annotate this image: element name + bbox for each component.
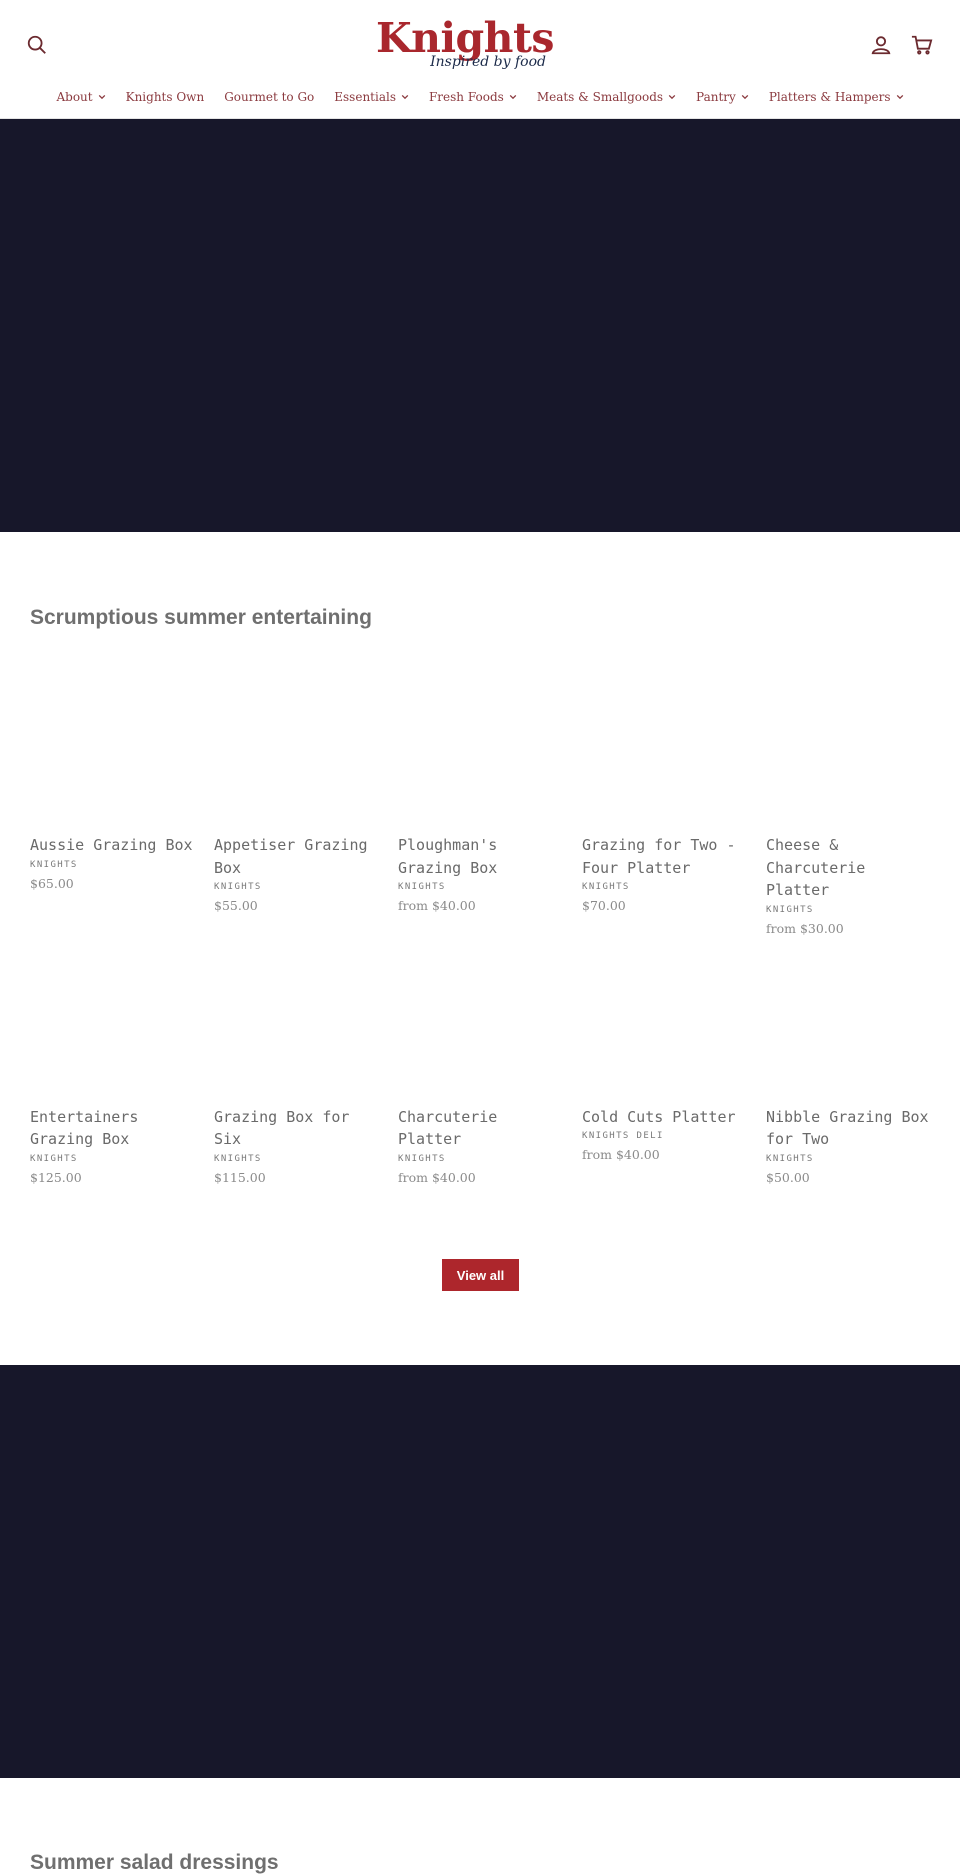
product-card[interactable]: Grazing for Two - Four Platter KNIGHTS $70… — [582, 674, 748, 938]
product-title[interactable]: Grazing for Two - Four Platter — [582, 834, 748, 879]
chevron-down-icon — [98, 94, 105, 100]
chevron-down-icon — [401, 94, 409, 100]
product-price: from $40.00 — [398, 898, 476, 913]
hero-banner[interactable] — [0, 119, 960, 532]
nav-item-label: Knights Own — [125, 90, 205, 104]
product-card[interactable]: Cheese & Charcuterie Platter KNIGHTS from … — [766, 674, 932, 938]
user-icon[interactable] — [868, 32, 894, 58]
product-card[interactable]: Ploughman's Grazing Box KNIGHTS from $40.0… — [398, 674, 564, 938]
product-image[interactable] — [766, 674, 932, 834]
product-card[interactable]: Aussie Grazing Box KNIGHTS $65.00 — [30, 674, 196, 938]
product-vendor: KNIGHTS — [582, 882, 630, 892]
logo-tagline: Inspired by food — [430, 54, 546, 70]
product-title[interactable]: Entertainers Grazing Box — [30, 1106, 196, 1151]
product-image[interactable] — [398, 945, 564, 1106]
product-price: from $30.00 — [766, 920, 844, 936]
chevron-down-icon — [741, 94, 749, 100]
featured-collection-title: Scrumptious summer entertaining — [30, 606, 372, 629]
product-image[interactable] — [30, 674, 196, 834]
product-price: from $40.00 — [398, 1169, 476, 1185]
product-card[interactable]: Appetiser Grazing Box KNIGHTS $55.00 — [214, 674, 380, 938]
product-card[interactable]: Nibble Grazing Box for Two KNIGHTS $50.00 — [766, 945, 932, 1187]
product-price: $115.00 — [214, 1169, 266, 1185]
product-title[interactable]: Nibble Grazing Box for Two — [766, 1106, 932, 1151]
nav-item-essentials[interactable]: Essentials — [324, 86, 419, 108]
main-nav: About Knights Own Gourmet to Go Essentials F… — [0, 86, 960, 108]
product-image[interactable] — [398, 674, 564, 834]
nav-item-label: Pantry — [696, 90, 736, 104]
product-image[interactable] — [582, 945, 748, 1106]
product-price: $55.00 — [214, 898, 258, 913]
product-price: $50.00 — [766, 1169, 810, 1185]
product-vendor: KNIGHTS — [398, 882, 446, 892]
product-image[interactable] — [214, 945, 380, 1106]
product-card[interactable]: Charcuterie Platter KNIGHTS from $40.00 — [398, 945, 564, 1187]
product-grid: Aussie Grazing Box KNIGHTS $65.00 Appetiser… — [30, 674, 932, 1187]
chevron-down-icon — [668, 94, 676, 100]
product-vendor: KNIGHTS — [30, 859, 78, 870]
nav-item-about[interactable]: About — [46, 86, 115, 108]
product-image[interactable] — [214, 674, 380, 834]
cart-icon[interactable] — [909, 32, 935, 58]
product-image[interactable] — [30, 945, 196, 1106]
site-logo[interactable]: Knights Inspired by food — [376, 16, 555, 72]
product-title[interactable]: Aussie Grazing Box — [30, 834, 196, 857]
chevron-down-icon — [509, 94, 517, 100]
product-title[interactable]: Grazing Box for Six — [214, 1106, 380, 1151]
product-price: $65.00 — [30, 875, 74, 891]
nav-item-label: Essentials — [334, 90, 396, 104]
nav-item-fresh-foods[interactable]: Fresh Foods — [419, 86, 527, 108]
nav-item-label: About — [56, 90, 93, 104]
product-image[interactable] — [582, 674, 748, 834]
nav-item-knights-own[interactable]: Knights Own — [116, 86, 215, 108]
product-vendor: KNIGHTS — [214, 882, 262, 892]
salad-dressings-title: Summer salad dressings — [30, 1851, 279, 1874]
view-all-button[interactable]: View all — [442, 1259, 519, 1291]
nav-item-label: Meats & Smallgoods — [536, 90, 664, 104]
nav-item-platters-hampers[interactable]: Platters & Hampers — [759, 86, 914, 108]
product-title[interactable]: Charcuterie Platter — [398, 1106, 564, 1151]
nav-item-label: Gourmet to Go — [224, 90, 315, 104]
product-vendor: KNIGHTS DELI — [582, 1131, 664, 1141]
nav-item-meats-smallgoods[interactable]: Meats & Smallgoods — [527, 86, 686, 108]
product-title[interactable]: Ploughman's Grazing Box — [398, 834, 564, 879]
product-vendor: KNIGHTS — [30, 1153, 78, 1164]
product-price: $70.00 — [582, 898, 626, 913]
promo-banner[interactable] — [0, 1365, 960, 1778]
product-vendor: KNIGHTS — [398, 1153, 446, 1164]
product-vendor: KNIGHTS — [766, 904, 814, 915]
product-title[interactable]: Cheese & Charcuterie Platter — [766, 834, 932, 902]
site-header: Knights Inspired by food About Knights Ow… — [0, 0, 960, 119]
product-card[interactable]: Entertainers Grazing Box KNIGHTS $125.00 — [30, 945, 196, 1187]
product-title[interactable]: Appetiser Grazing Box — [214, 834, 380, 879]
nav-item-label: Fresh Foods — [428, 90, 504, 104]
product-price: from $40.00 — [582, 1147, 660, 1162]
search-icon[interactable] — [24, 32, 50, 58]
nav-item-label: Platters & Hampers — [768, 90, 891, 104]
product-title[interactable]: Cold Cuts Platter — [582, 1106, 748, 1129]
product-vendor: KNIGHTS — [214, 1153, 262, 1164]
nav-item-pantry[interactable]: Pantry — [686, 86, 759, 108]
product-card[interactable]: Grazing Box for Six KNIGHTS $115.00 — [214, 945, 380, 1187]
product-vendor: KNIGHTS — [766, 1153, 814, 1164]
product-image[interactable] — [766, 945, 932, 1106]
chevron-down-icon — [896, 94, 903, 100]
nav-item-gourmet-to-go[interactable]: Gourmet to Go — [214, 86, 324, 108]
product-price: $125.00 — [30, 1169, 82, 1185]
product-card[interactable]: Cold Cuts Platter KNIGHTS DELI from $40.00 — [582, 945, 748, 1187]
